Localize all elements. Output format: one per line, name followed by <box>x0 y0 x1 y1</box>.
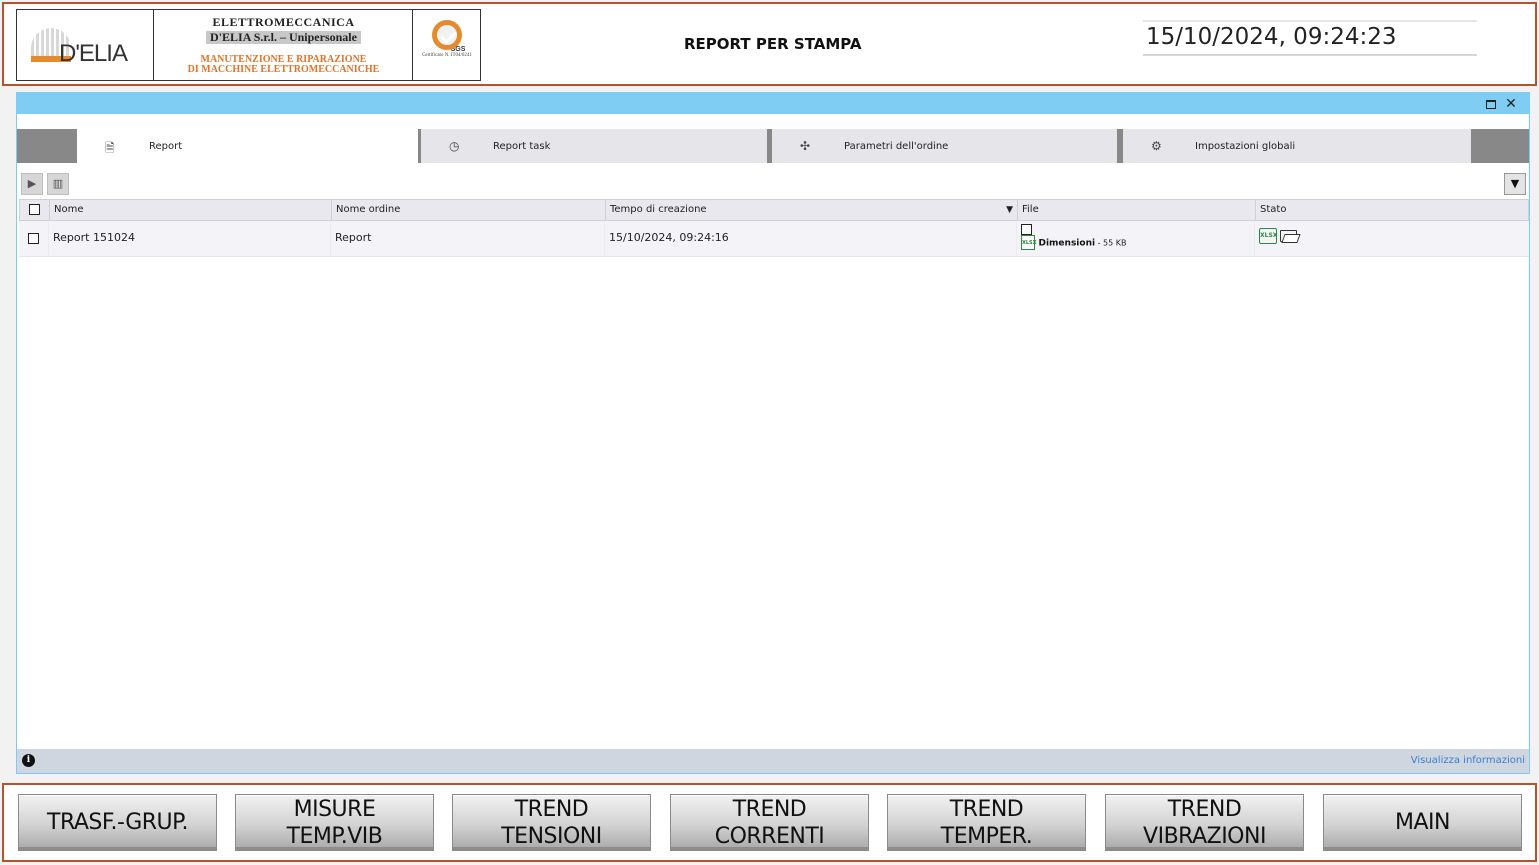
clock-icon: ◷ <box>449 139 460 153</box>
maximize-icon <box>1486 100 1496 109</box>
tab-report-task[interactable]: ◷ Report task <box>421 129 770 163</box>
tab-impostazioni-globali[interactable]: ⚙ Impostazioni globali <box>1123 129 1471 163</box>
select-all-checkbox[interactable] <box>29 203 40 215</box>
sgs-seal-icon <box>432 20 462 50</box>
column-header-tempo-creazione[interactable]: Tempo di creazione ▼ <box>606 200 1018 220</box>
xlsx-file-icon: XLSX <box>1021 235 1037 250</box>
tab-label: Impostazioni globali <box>1195 141 1296 152</box>
sort-descending-icon: ▼ <box>1006 205 1013 215</box>
file-size: - 55 KB <box>1095 238 1127 248</box>
company-logo: D'ELIA ELETTROMECCANICA D'ELIA S.r.l. – … <box>16 9 481 81</box>
show-info-link[interactable]: Visualizza informazioni <box>1411 755 1525 766</box>
close-button[interactable]: ✕ <box>1504 97 1518 111</box>
tab-label: Parametri dell'ordine <box>844 141 949 152</box>
maximize-button[interactable] <box>1484 97 1498 111</box>
tab-label: Report task <box>493 141 551 152</box>
datetime-display: 15/10/2024, 09:24:23 <box>1143 20 1477 56</box>
logo-line-2: D'ELIA S.r.l. – Unipersonale <box>206 31 361 44</box>
logo-line-4: DI MACCHINE ELETTROMECCANICHE <box>187 64 380 75</box>
grid-toolbar: ▶ ▥ ▼ <box>17 171 1529 197</box>
nav-button-trend-temper[interactable]: TREND TEMPER. <box>887 794 1086 851</box>
window-titlebar[interactable]: ✕ <box>17 93 1529 117</box>
cell-stato: XLSX <box>1255 221 1529 256</box>
filter-button[interactable]: ▼ <box>1504 173 1526 195</box>
xlsx-status-icon[interactable]: XLSX <box>1259 228 1277 244</box>
nav-button-main[interactable]: MAIN <box>1323 794 1522 851</box>
column-header-nome[interactable]: Nome <box>50 200 332 220</box>
logo-line-1: ELETTROMECCANICA <box>212 15 355 29</box>
export-report-button[interactable]: ▶ <box>21 173 43 195</box>
header-bar: D'ELIA ELETTROMECCANICA D'ELIA S.r.l. – … <box>2 2 1537 86</box>
column-header-file[interactable]: File <box>1018 200 1256 220</box>
navigation-bar: TRASF.-GRUP. MISURE TEMP.VIB TREND TENSI… <box>2 783 1537 862</box>
export-report-icon: ▶ <box>27 177 37 190</box>
tab-parametri-ordine[interactable]: ✣ Parametri dell'ordine <box>772 129 1120 163</box>
tab-separator <box>767 129 770 163</box>
delia-logo-mark: D'ELIA <box>17 10 154 80</box>
tab-report[interactable]: 🗎 Report <box>77 129 418 163</box>
column-header-label: Tempo di creazione <box>610 204 707 215</box>
status-bar: i Visualizza informazioni <box>17 749 1529 773</box>
report-window: ✕ 🗎 Report ◷ Report task ✣ Parametri del… <box>16 92 1530 774</box>
close-icon: ✕ <box>1505 96 1517 112</box>
cell-tempo-creazione: 15/10/2024, 09:24:16 <box>605 221 1017 256</box>
trash-icon: ▥ <box>52 177 64 190</box>
file-link[interactable]: Dimensioni <box>1039 239 1096 249</box>
tab-label: Report <box>149 141 183 152</box>
page-title: REPORT PER STAMPA <box>684 35 862 53</box>
nav-button-trend-correnti[interactable]: TREND CORRENTI <box>670 794 869 851</box>
table-row[interactable]: Report 151024 Report 15/10/2024, 09:24:1… <box>19 221 1529 257</box>
nav-button-trasf-grup[interactable]: TRASF.-GRUP. <box>18 794 217 851</box>
nav-button-misure-temp-vib[interactable]: MISURE TEMP.VIB <box>235 794 434 851</box>
info-icon[interactable]: i <box>22 754 35 767</box>
row-select-cell <box>19 221 49 256</box>
delete-report-button[interactable]: ▥ <box>47 173 69 195</box>
gear-icon: ⚙ <box>1151 139 1162 153</box>
logo-company-text: ELETTROMECCANICA D'ELIA S.r.l. – Unipers… <box>155 10 413 80</box>
reports-table: Nome Nome ordine Tempo di creazione ▼ Fi… <box>19 199 1529 257</box>
row-checkbox[interactable] <box>28 232 39 244</box>
puzzle-icon: ✣ <box>800 139 811 153</box>
select-all-cell <box>20 200 50 220</box>
report-icon: 🗎 <box>105 141 115 155</box>
column-header-nome-ordine[interactable]: Nome ordine <box>332 200 606 220</box>
certification-seal: SGS Certificato N. IT04/0241 <box>414 10 480 80</box>
cert-number: Certificato N. IT04/0241 <box>422 53 472 58</box>
cell-nome: Report 151024 <box>49 221 331 256</box>
column-header-stato[interactable]: Stato <box>1256 200 1530 220</box>
filter-icon: ▼ <box>1510 177 1520 190</box>
logo-brand: D'ELIA <box>59 40 128 67</box>
open-folder-icon[interactable] <box>1280 230 1297 242</box>
tab-separator <box>1117 129 1120 163</box>
tab-strip: 🗎 Report ◷ Report task ✣ Parametri dell'… <box>17 129 1529 163</box>
nav-button-trend-tensioni[interactable]: TREND TENSIONI <box>452 794 651 851</box>
cell-nome-ordine: Report <box>331 221 605 256</box>
file-checkbox[interactable] <box>1021 223 1032 235</box>
cell-file: XLSX Dimensioni - 55 KB <box>1017 221 1255 256</box>
table-header: Nome Nome ordine Tempo di creazione ▼ Fi… <box>19 199 1529 221</box>
nav-button-trend-vibrazioni[interactable]: TREND VIBRAZIONI <box>1105 794 1304 851</box>
